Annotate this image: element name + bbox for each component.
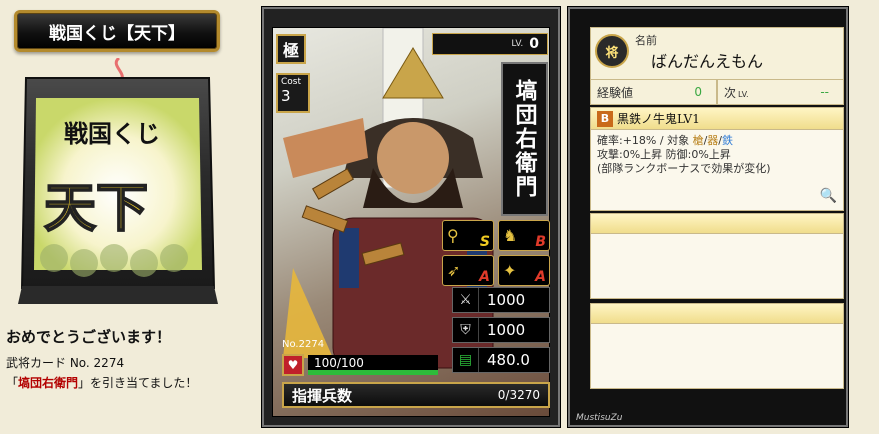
kuji-label-main: 天下 [43, 177, 149, 240]
name-reading: ばんだんえもん [651, 52, 764, 71]
general-info-panel: 将 名前 ばんだんえもん 経験値 0 次 LV. -- B 黒鉄ノ牛鬼LV1 確率… [567, 6, 849, 428]
skill-description: 確率:+18% / 対象 槍/器/鉄 攻撃:0%上昇 防御:0%上昇 (部隊ラン… [591, 130, 843, 180]
skill-box: B 黒鉄ノ牛鬼LV1 確率:+18% / 対象 槍/器/鉄 攻撃:0%上昇 防御… [590, 107, 844, 211]
empty-skill-slot [590, 213, 844, 299]
intelligence-stat: ▤ 480.0 [452, 347, 550, 373]
exp-label: 経験値 [597, 85, 634, 100]
troop-aptitudes: ⚲ S ♞ B ➶ A ✦ A [442, 220, 550, 286]
experience-row: 経験値 0 次 LV. -- [590, 79, 844, 105]
page-title: 戦国くじ【天下】 [14, 10, 220, 52]
illustrator-credit: MustisuZu [576, 413, 623, 423]
spear-icon: ⚲ S [442, 220, 494, 251]
card-number-text: 武将カード No. 2274 [6, 356, 125, 370]
hp-value: 100/100 [314, 356, 364, 370]
skill-line-3: (部隊ランクボーナスで効果が変化) [597, 162, 771, 175]
congrats-text: おめでとうございます！ [6, 328, 172, 346]
drew-prefix: 「 [6, 376, 19, 390]
empty-skill-slot [590, 303, 844, 389]
name-row: 将 名前 ばんだんえもん [590, 27, 844, 81]
cannon-icon: ✦ A [498, 255, 550, 286]
magnifier-icon[interactable]: 🔍 [820, 188, 837, 204]
exp-cell: 経験値 0 [590, 79, 717, 105]
drew-name: 塙団右衛門 [18, 376, 79, 390]
next-value: -- [820, 85, 829, 99]
exp-value: 0 [694, 85, 702, 99]
horse-icon: ♞ B [498, 220, 550, 251]
drew-suffix: 」を引き当てました！ [78, 376, 198, 390]
general-name-vertical: 塙団右衛門 [501, 62, 548, 216]
drew-text: 「塙団右衛門」を引き当てました！ [6, 373, 256, 393]
rank-badge: 極 [276, 34, 306, 64]
skill-grade: B [597, 110, 613, 127]
attack-stat: ⚔ 1000 [452, 287, 550, 313]
command-label: 指揮兵数 [292, 386, 353, 405]
level-value: 0 [529, 36, 539, 52]
attack-value: 1000 [487, 291, 526, 309]
next-label: 次 LV. [724, 85, 749, 100]
defense-stat: ⛨ 1000 [452, 317, 550, 343]
skill-name: 黒鉄ノ牛鬼LV1 [617, 112, 700, 126]
level-box: LV. 0 [432, 33, 548, 55]
helmet-icon: ⛨ [453, 318, 479, 342]
horse-grade: B [535, 234, 546, 250]
hp-bar: 100/100 [308, 355, 438, 375]
sword-icon: ⚔ [453, 288, 479, 312]
name-label: 名前 [635, 34, 657, 47]
heart-icon: ♥ [282, 354, 304, 376]
bow-icon: ➶ A [442, 255, 494, 286]
scroll-icon: ▤ [453, 348, 479, 372]
bow-grade: A [479, 269, 490, 285]
spear-grade: S [479, 234, 490, 250]
skill-line-1: 確率:+18% / 対象 槍/器/鉄 [597, 134, 734, 147]
next-level-cell: 次 LV. -- [717, 79, 844, 105]
hp-fill [308, 370, 438, 375]
card-number: No.2274 [282, 339, 325, 350]
kuji-label-top: 戦国くじ [64, 119, 160, 148]
cost-label: Cost [281, 77, 302, 87]
cost-value: 3 [281, 87, 291, 105]
level-label: LV. [511, 39, 524, 49]
general-card: 極 Cost 3 LV. 0 塙団右衛門 ⚲ S ♞ B ➶ A ✦ A ⚔ 1000 … [261, 6, 561, 428]
hp-gauge: ♥ 100/100 [282, 353, 442, 377]
general-badge-icon: 将 [595, 34, 629, 68]
intelligence-value: 480.0 [487, 351, 530, 369]
skill-line-2: 攻撃:0%上昇 防御:0%上昇 [597, 148, 731, 161]
result-message: おめでとうございます！ 武将カード No. 2274 「塙団右衛門」を引き当てま… [6, 326, 256, 393]
defense-value: 1000 [487, 321, 526, 339]
cannon-grade: A [535, 269, 546, 285]
cost-badge: Cost 3 [276, 73, 310, 113]
skill-header: B 黒鉄ノ牛鬼LV1 [591, 108, 843, 130]
command-troops-bar: 指揮兵数 0/3270 [282, 382, 550, 408]
command-value: 0/3270 [497, 388, 540, 402]
